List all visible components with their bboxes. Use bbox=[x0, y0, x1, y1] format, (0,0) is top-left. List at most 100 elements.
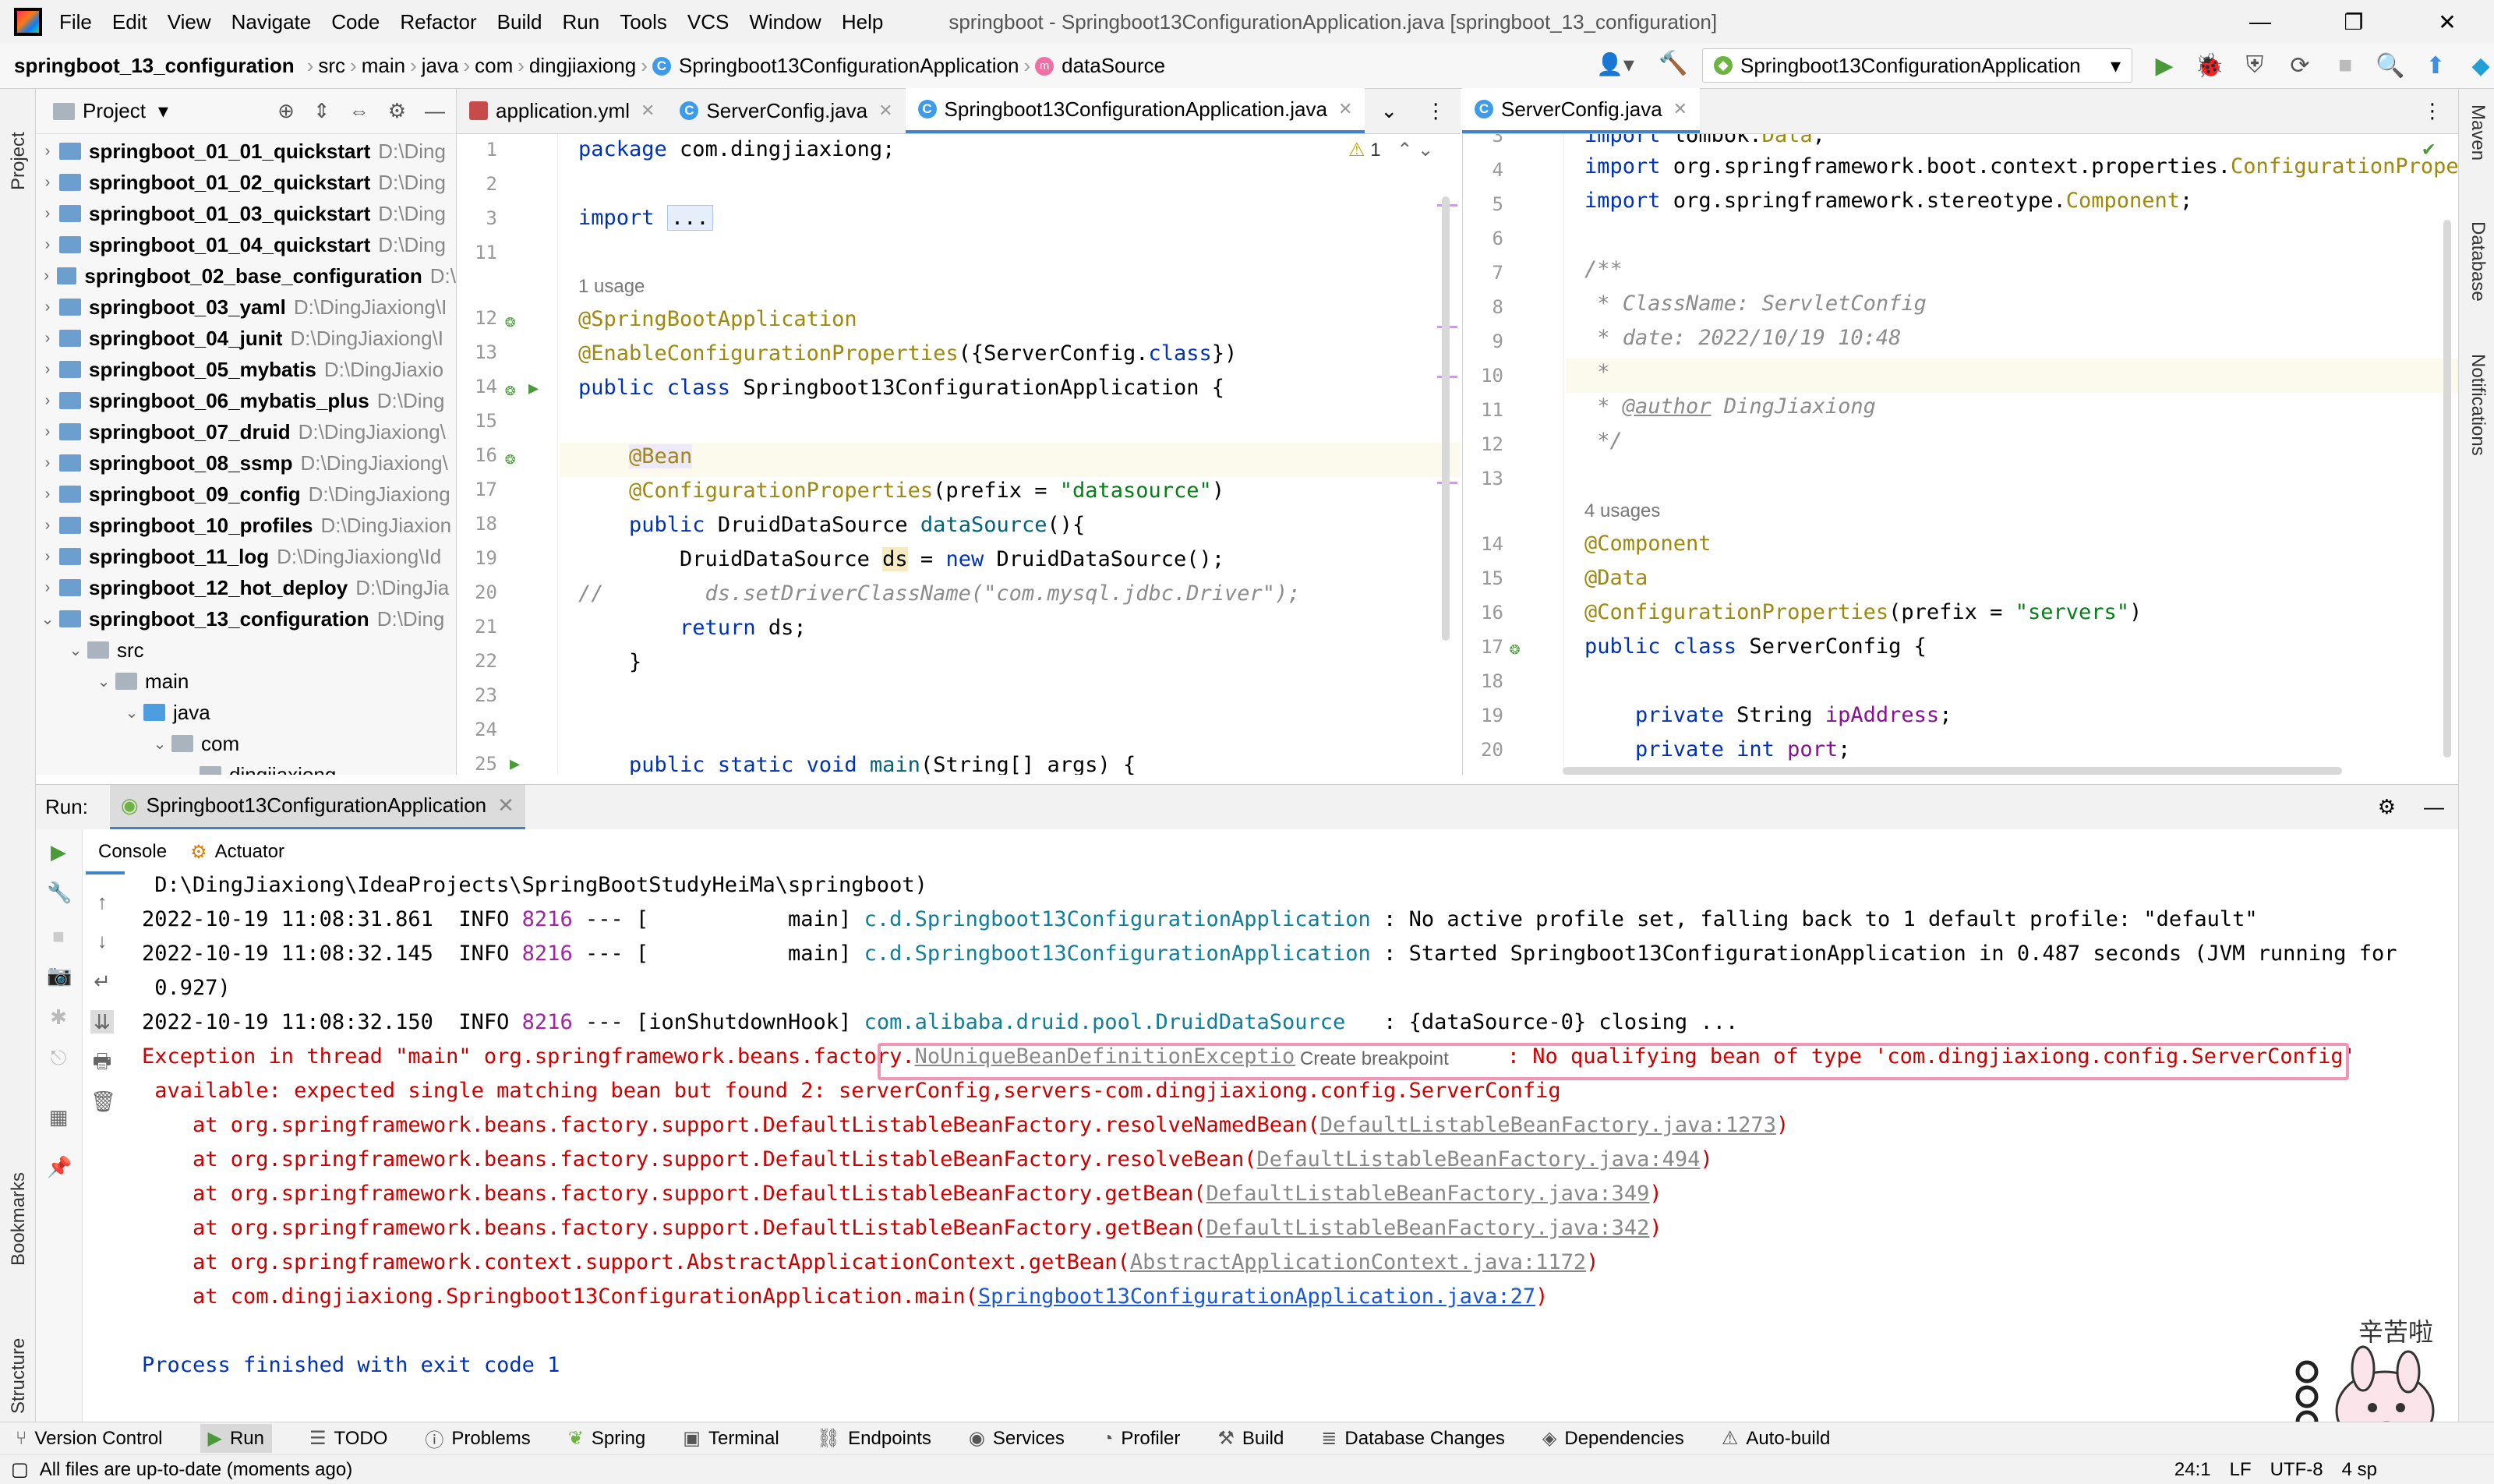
update-icon[interactable]: ⬆ bbox=[2413, 52, 2458, 80]
caret-position[interactable]: 24:1 bbox=[2174, 1459, 2211, 1481]
spring-bean-icon[interactable]: ❂ bbox=[505, 449, 515, 468]
project-tree-module[interactable]: › springboot_04_junit D:\DingJiaxiong\I bbox=[36, 323, 456, 354]
spring-bean-icon[interactable]: ❂ bbox=[1510, 639, 1520, 659]
exit-icon[interactable]: ⎋ bbox=[47, 1046, 70, 1069]
menu-window[interactable]: Window bbox=[749, 10, 821, 34]
line-number[interactable]: 17 bbox=[457, 479, 497, 500]
tw-terminal[interactable]: ▣ Terminal bbox=[683, 1427, 779, 1450]
menu-run[interactable]: Run bbox=[562, 10, 599, 34]
project-view-select[interactable]: Project bbox=[83, 99, 146, 123]
line-number[interactable]: 7 bbox=[1463, 262, 1503, 284]
expand-all-icon[interactable]: ⇕ bbox=[313, 99, 330, 123]
line-number[interactable]: 12 bbox=[457, 307, 497, 329]
run-config-tab[interactable]: ◉ Springboot13ConfigurationApplication ✕ bbox=[109, 784, 525, 830]
breadcrumb-main[interactable]: main bbox=[362, 54, 405, 78]
project-tree-folder[interactable]: ⌄ com bbox=[36, 728, 456, 759]
project-tree-module[interactable]: › springboot_12_hot_deploy D:\DingJia bbox=[36, 572, 456, 603]
line-number[interactable]: 18 bbox=[1463, 670, 1503, 692]
project-tree-module[interactable]: › springboot_02_base_configuration D:\ bbox=[36, 260, 456, 292]
camera-icon[interactable]: 📷 bbox=[47, 963, 72, 987]
scrollbar[interactable] bbox=[1442, 196, 1450, 641]
scroll-end-icon[interactable]: ⇊ bbox=[90, 1010, 114, 1034]
breadcrumb-java[interactable]: java bbox=[422, 54, 459, 78]
create-breakpoint-hint[interactable]: Create breakpoint bbox=[1295, 1046, 1454, 1072]
tab-serverconfig[interactable]: C ServerConfig.java ✕ bbox=[667, 88, 905, 133]
project-tool-button[interactable]: Project bbox=[8, 104, 30, 190]
chevron-right-icon[interactable]: › bbox=[36, 579, 59, 597]
breadcrumb-src[interactable]: src bbox=[318, 54, 345, 78]
project-tree-module[interactable]: › springboot_08_ssmp D:\DingJiaxiong\ bbox=[36, 447, 456, 479]
status-toggle-icon[interactable]: ▢ bbox=[11, 1458, 29, 1481]
tab-application-class[interactable]: C Springboot13ConfigurationApplication.ja… bbox=[905, 88, 1365, 133]
tab-list-icon[interactable]: ⌄ bbox=[1380, 88, 1397, 133]
status-message[interactable]: All files are up-to-date (moments ago) bbox=[40, 1459, 353, 1481]
tab-application-yml[interactable]: application.yml ✕ bbox=[457, 88, 667, 133]
chevron-down-icon[interactable]: ⌄ bbox=[92, 672, 115, 691]
line-number[interactable]: 14 bbox=[457, 376, 497, 398]
line-number[interactable]: 8 bbox=[1463, 296, 1503, 318]
chevron-right-icon[interactable]: › bbox=[36, 236, 59, 254]
database-tool-button[interactable]: Database bbox=[2467, 221, 2489, 302]
stop-icon[interactable]: ■ bbox=[2323, 52, 2368, 79]
menu-tools[interactable]: Tools bbox=[620, 10, 667, 34]
stack-link[interactable]: AbstractApplicationContext.java:1172 bbox=[1130, 1250, 1586, 1274]
project-tree-module[interactable]: › springboot_01_03_quickstart D:\Ding bbox=[36, 198, 456, 229]
chevron-right-icon[interactable]: › bbox=[36, 174, 59, 192]
line-number[interactable]: 15 bbox=[457, 410, 497, 432]
menu-view[interactable]: View bbox=[168, 10, 211, 34]
profile-icon[interactable]: ⟳ bbox=[2277, 52, 2323, 80]
menu-refactor[interactable]: Refactor bbox=[400, 10, 476, 34]
project-tree-module[interactable]: › springboot_01_04_quickstart D:\Ding bbox=[36, 229, 456, 260]
line-number[interactable]: 20 bbox=[457, 581, 497, 603]
tw-endpoints[interactable]: ⛓ Endpoints bbox=[817, 1427, 931, 1450]
console-output[interactable]: D:\DingJiaxiong\IdeaProjects\SpringBootS… bbox=[125, 867, 2455, 1422]
tw-run[interactable]: ▶ Run bbox=[200, 1424, 272, 1453]
close-tab-icon[interactable]: ✕ bbox=[1673, 99, 1687, 119]
structure-tool-button[interactable]: Structure bbox=[8, 1297, 30, 1414]
tw-auto-build[interactable]: ⚠ Auto-build bbox=[1722, 1427, 1831, 1450]
line-number[interactable]: 17 bbox=[1463, 636, 1503, 658]
debug-icon[interactable]: 🐞 bbox=[2187, 52, 2232, 80]
line-number[interactable]: 10 bbox=[1463, 365, 1503, 387]
hide-icon[interactable]: — bbox=[425, 99, 445, 123]
line-separator[interactable]: LF bbox=[2230, 1459, 2252, 1481]
menu-file[interactable]: File bbox=[59, 10, 92, 34]
line-number[interactable]: 11 bbox=[1463, 399, 1503, 421]
tw-database-changes[interactable]: ≣ Database Changes bbox=[1321, 1427, 1505, 1450]
wrench-icon[interactable]: 🔧 bbox=[47, 881, 72, 904]
rerun-icon[interactable]: ▶ bbox=[47, 840, 70, 864]
hammer-icon[interactable]: 🔨 bbox=[1659, 50, 1687, 77]
close-tab-icon[interactable]: ✕ bbox=[641, 101, 655, 121]
line-number[interactable]: 25 bbox=[457, 753, 497, 775]
tw-version-control[interactable]: ⑂ Version Control bbox=[16, 1428, 163, 1450]
line-number[interactable]: 13 bbox=[457, 341, 497, 363]
jetbrains-icon[interactable]: ◆ bbox=[2458, 52, 2494, 80]
locate-icon[interactable]: ⊕ bbox=[277, 99, 295, 123]
maven-tool-button[interactable]: Maven bbox=[2467, 104, 2489, 161]
close-tab-icon[interactable]: ✕ bbox=[497, 793, 514, 818]
chevron-right-icon[interactable]: › bbox=[36, 548, 59, 566]
more-icon[interactable]: ⋮ bbox=[1425, 88, 1446, 133]
line-number[interactable]: 3 bbox=[1463, 134, 1503, 147]
warning-indicator[interactable]: ⚠ 1 ⌃ ⌄ bbox=[1348, 139, 1433, 161]
tab-actuator[interactable]: Actuator bbox=[215, 841, 284, 863]
line-number[interactable]: 2 bbox=[457, 173, 497, 195]
line-number[interactable]: 14 bbox=[1463, 533, 1503, 555]
project-tree-folder[interactable]: ⌄ java bbox=[36, 697, 456, 728]
spring-bean-icon[interactable]: ❂ bbox=[505, 312, 515, 331]
chevron-right-icon[interactable]: › bbox=[36, 143, 59, 161]
menu-build[interactable]: Build bbox=[497, 10, 542, 34]
coverage-icon[interactable]: ⛨ bbox=[2232, 52, 2277, 79]
project-tree-module[interactable]: › springboot_09_config D:\DingJiaxiong bbox=[36, 479, 456, 510]
breadcrumb-dingjiaxiong[interactable]: dingjiaxiong bbox=[529, 54, 636, 78]
usage-hint[interactable]: 4 usages bbox=[1584, 500, 1660, 522]
project-tree-module[interactable]: › springboot_01_01_quickstart D:\Ding bbox=[36, 136, 456, 167]
chevron-down-icon[interactable]: ⌄ bbox=[148, 734, 171, 754]
line-number[interactable]: 13 bbox=[1463, 468, 1503, 489]
project-tree-module[interactable]: › springboot_05_mybatis D:\DingJiaxio bbox=[36, 354, 456, 385]
project-tree-module[interactable]: › springboot_01_02_quickstart D:\Ding bbox=[36, 167, 456, 198]
chevron-right-icon[interactable]: › bbox=[36, 454, 59, 472]
line-number[interactable]: 9 bbox=[1463, 330, 1503, 352]
stack-link[interactable]: DefaultListableBeanFactory.java:494 bbox=[1256, 1147, 1700, 1171]
chevron-right-icon[interactable]: › bbox=[36, 361, 59, 379]
